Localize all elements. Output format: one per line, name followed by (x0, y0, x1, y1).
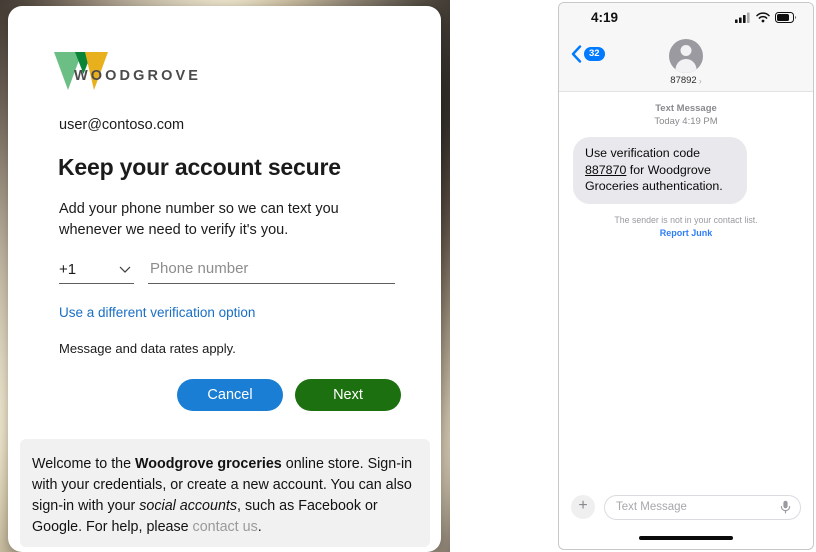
message-time-label: Today 4:19 PM (654, 116, 718, 127)
country-code-value: +1 (59, 260, 77, 278)
cellular-signal-icon (735, 12, 750, 23)
status-bar-clock: 4:19 (591, 10, 619, 25)
message-input-field[interactable]: Text Message (604, 494, 801, 520)
wifi-icon (756, 12, 770, 23)
screenshot-root: WOODGROVE user@contoso.com Keep your acc… (0, 0, 816, 552)
chat-header: 32 87892 › (559, 35, 813, 92)
signin-pane: WOODGROVE user@contoso.com Keep your acc… (0, 0, 450, 552)
message-bubble: Use verification code 887870 for Woodgro… (569, 137, 747, 204)
welcome-part-1: Welcome to the (32, 456, 136, 472)
sender-warning-note: The sender is not in your contact list. (614, 214, 758, 225)
battery-icon (775, 12, 796, 23)
message-type-label: Text Message (655, 103, 717, 114)
country-code-select[interactable]: +1 (59, 255, 134, 284)
welcome-text: Welcome to the Woodgrove groceries onlin… (32, 454, 414, 538)
message-input-placeholder: Text Message (616, 501, 687, 513)
account-email: user@contoso.com (59, 117, 185, 133)
welcome-social-accounts: social accounts (139, 498, 238, 514)
contact-name-label: 87892 (670, 75, 697, 86)
chevron-right-icon: › (698, 75, 702, 86)
status-bar-icons (735, 12, 797, 23)
phone-entry-row: +1 (59, 255, 401, 287)
add-attachment-icon[interactable]: + (571, 495, 595, 519)
signin-card: WOODGROVE user@contoso.com Keep your acc… (8, 6, 441, 552)
welcome-brand: Woodgrove groceries (135, 456, 282, 472)
action-button-row: Cancel Next (8, 379, 441, 411)
contact-info-button[interactable]: 87892 › (559, 39, 813, 86)
welcome-part-4: . (257, 519, 262, 535)
message-compose-bar: + Text Message (559, 487, 813, 527)
page-subtitle: Add your phone number so we can text you… (59, 201, 339, 238)
brand-logo: WOODGROVE (52, 49, 201, 91)
verification-code-link[interactable]: 887870 (585, 163, 626, 177)
contact-avatar-icon (669, 39, 703, 73)
message-text-before: Use verification code (585, 146, 701, 160)
microphone-icon[interactable] (780, 500, 791, 514)
message-thread: Text Message Today 4:19 PM Use verificat… (559, 92, 813, 519)
use-different-verification-option-link[interactable]: Use a different verification option (59, 305, 255, 320)
page-title: Keep your account secure (58, 154, 341, 180)
home-indicator (639, 536, 733, 540)
welcome-panel: Welcome to the Woodgrove groceries onlin… (20, 439, 430, 547)
phone-number-input[interactable] (148, 255, 395, 284)
phone-status-bar: 4:19 (559, 3, 813, 35)
chevron-down-icon (119, 266, 131, 273)
cancel-button[interactable]: Cancel (177, 379, 283, 411)
phone-mockup: 4:19 32 87892 › Text Message Today 4:19 … (558, 2, 814, 550)
contact-us-link[interactable]: contact us (193, 519, 258, 535)
brand-wordmark: WOODGROVE (74, 68, 201, 84)
message-rates-note: Message and data rates apply. (59, 341, 236, 356)
report-junk-link[interactable]: Report Junk (559, 228, 813, 238)
contact-name-row: 87892 › (670, 75, 701, 86)
message-timestamp: Text Message Today 4:19 PM (559, 102, 813, 128)
next-button[interactable]: Next (295, 379, 401, 411)
